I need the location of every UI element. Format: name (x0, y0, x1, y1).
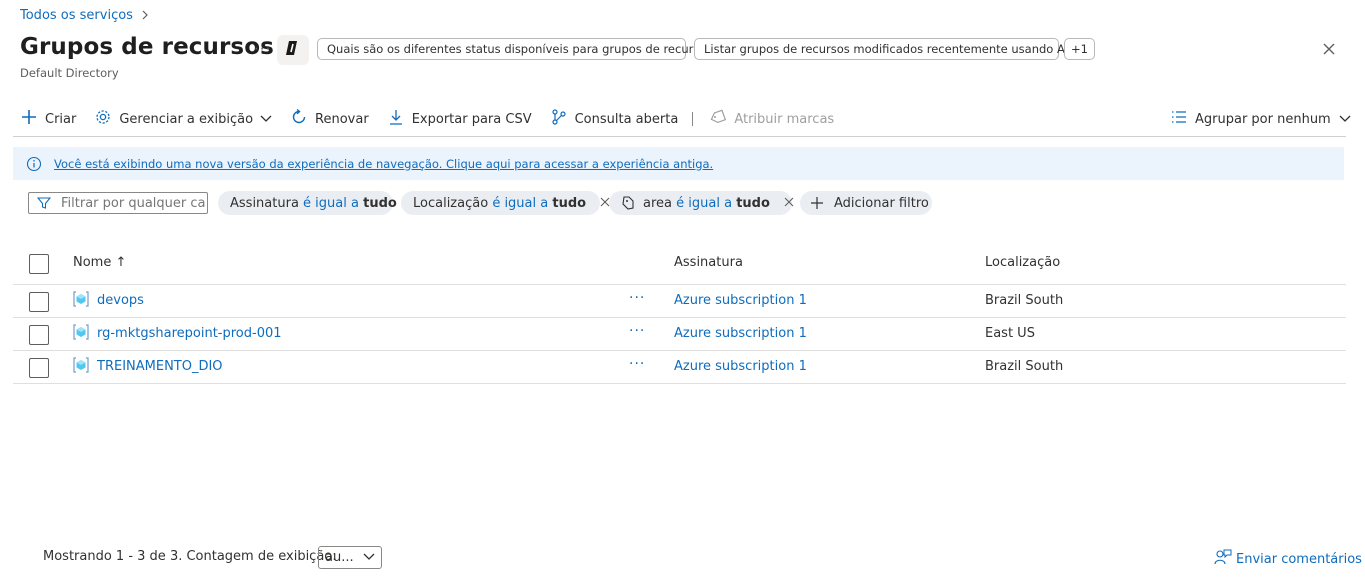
gear-icon (94, 108, 112, 130)
add-filter-label: Adicionar filtro (834, 195, 929, 211)
copilot-icon (284, 39, 302, 61)
column-header-location[interactable]: Localização (985, 255, 1060, 270)
export-csv-button[interactable]: Exportar para CSV (387, 108, 532, 130)
filter-icon (37, 196, 51, 210)
send-feedback-label: Enviar comentários (1236, 551, 1362, 567)
breadcrumb-all-services[interactable]: Todos os serviços (20, 8, 133, 23)
row-checkbox[interactable] (29, 325, 49, 345)
more-options-icon[interactable]: ··· (254, 40, 271, 58)
page-size-dropdown[interactable]: au... (318, 546, 382, 569)
refresh-button[interactable]: Renovar (290, 108, 369, 130)
chip-field: Localização (413, 195, 489, 211)
manage-view-label: Gerenciar a exibição (119, 111, 254, 127)
column-header-subscription[interactable]: Assinatura (674, 255, 743, 270)
command-bar: Criar Gerenciar a exibição Renovar Expor… (20, 108, 852, 130)
tag-icon (621, 196, 635, 210)
chip-value: tudo (552, 195, 587, 211)
resource-group-link[interactable]: devops (97, 293, 144, 308)
chip-operator: é igual a (303, 195, 359, 211)
create-label: Criar (45, 111, 77, 127)
suggestion-pill-status[interactable]: Quais são os diferentes status disponíve… (317, 38, 718, 60)
resource-group-icon (73, 324, 89, 344)
subscription-link[interactable]: Azure subscription 1 (674, 359, 807, 374)
chip-operator: é igual a (492, 195, 549, 211)
manage-view-button[interactable]: Gerenciar a exibição (94, 108, 272, 130)
row-checkbox[interactable] (29, 358, 49, 378)
location-cell: East US (985, 326, 1035, 341)
refresh-label: Renovar (315, 111, 369, 127)
row-more-actions-icon[interactable]: ··· (629, 290, 645, 306)
close-icon[interactable] (1320, 40, 1338, 62)
open-query-button[interactable]: Consulta aberta (550, 108, 679, 130)
open-query-label: Consulta aberta (574, 111, 679, 127)
row-divider (13, 383, 1346, 384)
export-csv-label: Exportar para CSV (411, 111, 532, 127)
chevron-down-icon (1339, 112, 1351, 127)
chevron-down-icon (363, 550, 375, 565)
send-feedback-link[interactable]: Enviar comentários (1214, 549, 1362, 569)
select-all-checkbox[interactable] (29, 254, 49, 274)
resource-group-link[interactable]: rg-mktgsharepoint-prod-001 (97, 326, 282, 341)
chip-field: area (643, 195, 672, 211)
chip-value: tudo (736, 195, 770, 211)
filter-chip-area[interactable]: area é igual a tudo (609, 191, 794, 215)
list-icon (1171, 110, 1187, 128)
subscription-link[interactable]: Azure subscription 1 (674, 293, 807, 308)
resource-group-link[interactable]: TREINAMENTO_DIO (97, 359, 223, 374)
chevron-right-icon (141, 9, 149, 23)
row-more-actions-icon[interactable]: ··· (629, 356, 645, 372)
old-experience-link[interactable]: Você está exibindo uma nova versão da ex… (54, 157, 713, 171)
row-checkbox[interactable] (29, 292, 49, 312)
column-header-name[interactable]: Nome ↑ (73, 255, 126, 270)
filter-input[interactable] (61, 195, 206, 211)
row-divider (13, 350, 1346, 351)
feedback-icon (1214, 549, 1232, 569)
chip-operator: é igual a (676, 195, 733, 211)
plus-icon (810, 196, 824, 210)
assign-tags-label: Atribuir marcas (734, 111, 835, 127)
location-cell: Brazil South (985, 293, 1064, 308)
copilot-button[interactable] (277, 35, 309, 65)
chip-field: Assinatura (230, 195, 299, 211)
group-by-label: Agrupar por nenhum (1195, 111, 1331, 127)
more-suggestions-button[interactable]: +1 (1064, 38, 1095, 60)
assign-tags-button[interactable]: Atribuir marcas (709, 108, 834, 130)
chip-value: tudo (363, 195, 397, 211)
filter-search-box[interactable] (28, 192, 208, 214)
remove-filter-icon[interactable] (784, 196, 794, 211)
group-by-dropdown[interactable]: Agrupar por nenhum (1171, 108, 1351, 130)
filter-chip-subscription[interactable]: Assinatura é igual a tudo (218, 191, 397, 215)
row-divider (13, 317, 1346, 318)
resource-group-icon (73, 291, 89, 311)
subscription-link[interactable]: Azure subscription 1 (674, 326, 807, 341)
location-cell: Brazil South (985, 359, 1064, 374)
filter-chip-location[interactable]: Localização é igual a tudo (401, 191, 610, 215)
query-icon (550, 108, 568, 130)
table-header-divider (13, 284, 1346, 285)
chevron-down-icon (260, 112, 272, 127)
create-button[interactable]: Criar (20, 108, 76, 130)
add-filter-button[interactable]: Adicionar filtro (800, 191, 932, 215)
page-subtitle: Default Directory (20, 66, 119, 80)
toolbar-bottom-divider (13, 136, 1346, 137)
page-size-value: au... (325, 550, 354, 565)
plus-icon (20, 108, 38, 130)
row-more-actions-icon[interactable]: ··· (629, 323, 645, 339)
download-icon (387, 108, 405, 130)
pagination-summary: Mostrando 1 - 3 de 3. Contagem de exibiç… (43, 549, 337, 564)
tag-icon (709, 108, 727, 130)
page-title: Grupos de recursos (20, 34, 274, 60)
info-banner: Você está exibindo uma nova versão da ex… (13, 147, 1344, 180)
toolbar-divider (692, 112, 694, 126)
refresh-icon (290, 108, 308, 130)
resource-group-icon (73, 357, 89, 377)
info-icon (26, 156, 42, 172)
breadcrumb: Todos os serviços (20, 8, 149, 23)
suggestion-pill-list-modified[interactable]: Listar grupos de recursos modificados re… (694, 38, 1085, 60)
